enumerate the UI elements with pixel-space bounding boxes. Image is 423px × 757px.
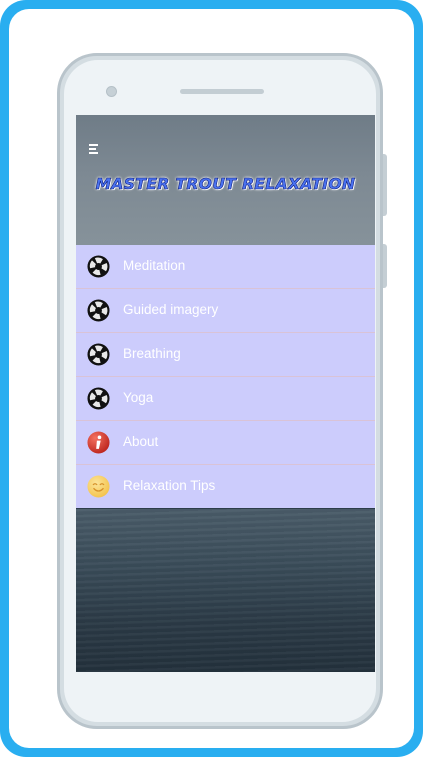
- aperture-icon: [87, 255, 110, 278]
- menu-item-label: Guided imagery: [123, 302, 219, 317]
- power-button: [383, 154, 387, 216]
- aperture-icon: [87, 387, 110, 410]
- menu-item-meditation[interactable]: Meditation: [76, 245, 375, 289]
- info-icon: [87, 431, 110, 454]
- menu-item-relaxation-tips[interactable]: Relaxation Tips: [76, 465, 375, 508]
- app-screen: MASTER TROUT RELAXATION Meditation Guide…: [76, 115, 375, 672]
- app-title: MASTER TROUT RELAXATION: [95, 175, 356, 194]
- device-frame: MASTER TROUT RELAXATION Meditation Guide…: [0, 0, 423, 757]
- volume-button: [383, 244, 387, 288]
- smiley-icon: [87, 475, 110, 498]
- menu-item-guided-imagery[interactable]: Guided imagery: [76, 289, 375, 333]
- aperture-icon: [87, 343, 110, 366]
- menu-item-label: About: [123, 434, 159, 449]
- app-header: MASTER TROUT RELAXATION: [76, 115, 375, 245]
- phone-mockup: MASTER TROUT RELAXATION Meditation Guide…: [57, 53, 387, 729]
- menu-item-label: Yoga: [123, 390, 154, 405]
- earpiece-speaker: [180, 89, 264, 94]
- nav-menu: Meditation Guided imagery Breathing Yoga…: [76, 245, 375, 508]
- background-water-image: [76, 509, 375, 672]
- menu-item-about[interactable]: About: [76, 421, 375, 465]
- menu-item-label: Breathing: [123, 346, 181, 361]
- hamburger-menu-icon[interactable]: [89, 144, 101, 154]
- frame-background: MASTER TROUT RELAXATION Meditation Guide…: [9, 9, 414, 748]
- menu-item-yoga[interactable]: Yoga: [76, 377, 375, 421]
- menu-item-breathing[interactable]: Breathing: [76, 333, 375, 377]
- aperture-icon: [87, 299, 110, 322]
- menu-item-label: Relaxation Tips: [123, 478, 216, 493]
- menu-item-label: Meditation: [123, 258, 186, 273]
- front-camera: [106, 86, 117, 97]
